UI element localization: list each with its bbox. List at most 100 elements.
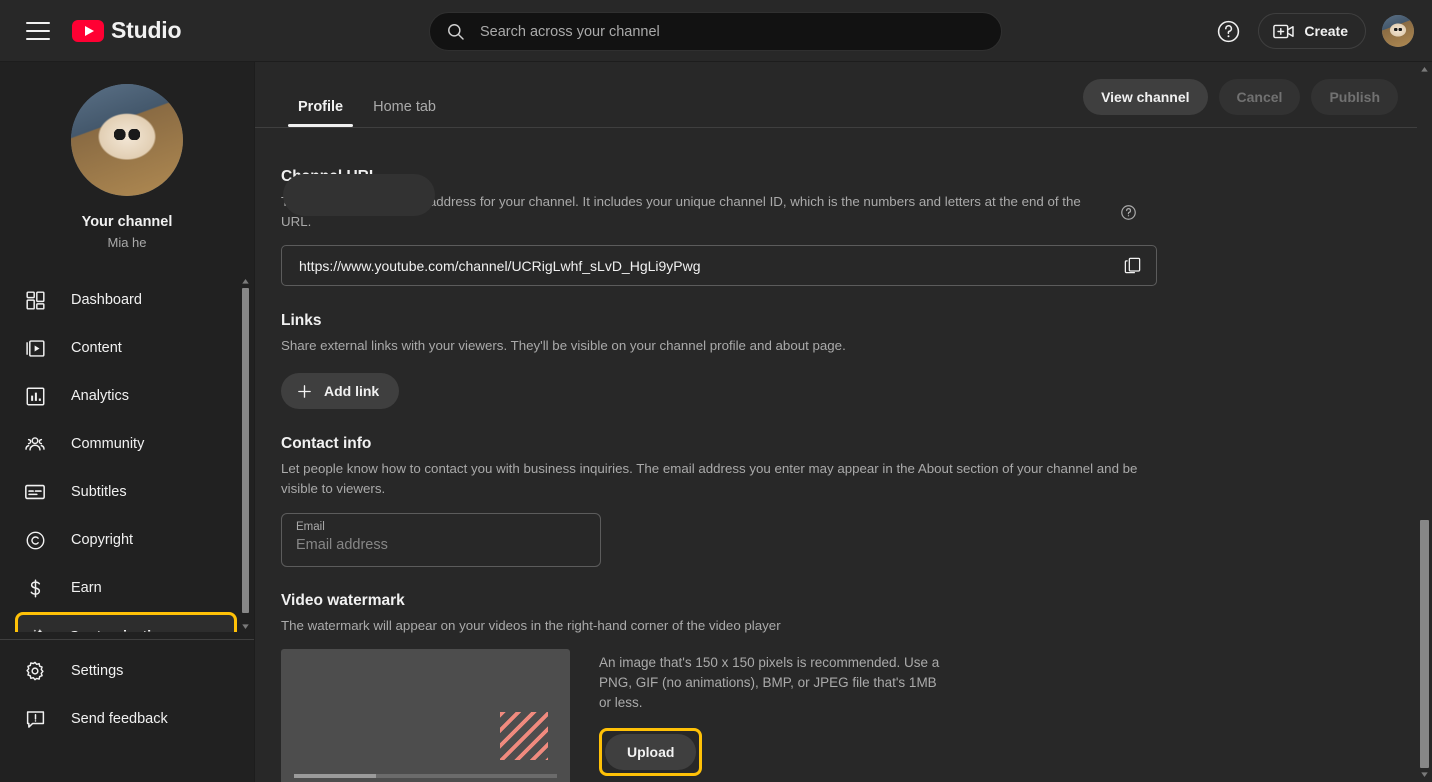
scroll-up-arrow-icon[interactable] [241,277,250,286]
email-field[interactable]: Email [281,513,601,567]
links-title: Links [281,312,322,329]
sidebar-item-community[interactable]: Community [0,420,254,468]
analytics-icon [23,384,47,408]
sidebar-item-content[interactable]: Content [0,324,254,372]
upload-highlight: Upload [599,728,703,776]
channel-title: Your channel [81,214,173,230]
hamburger-menu-icon[interactable] [26,21,50,40]
add-link-label: Add link [324,383,380,399]
video-watermark-title: Video watermark [281,592,405,609]
links-description: Share external links with your viewers. … [281,338,846,353]
video-watermark-description: The watermark will appear on your videos… [281,618,781,633]
plus-icon [296,383,313,400]
tab-bar: Profile Home tab View channel Cancel Pub… [255,62,1432,128]
sidebar-item-send-feedback[interactable]: Send feedback [0,695,254,743]
email-input[interactable] [296,537,586,553]
sidebar-item-label: Customization [69,629,169,632]
sidebar-item-label: Analytics [71,388,130,404]
tab-actions: View channel Cancel Publish [1083,79,1398,115]
sidebar-item-label: Community [71,436,145,452]
top-header: Studio Cre [0,0,1432,62]
watermark-placeholder-icon [500,712,548,760]
scrolled-card-peek [283,174,435,216]
customization-magic-wand-icon [23,625,47,632]
channel-avatar[interactable] [71,84,183,196]
publish-button[interactable]: Publish [1311,79,1398,115]
sidebar-bottom-nav: Settings Send feedback [0,647,254,743]
add-link-button[interactable]: Add link [281,373,400,409]
tab-profile[interactable]: Profile [288,99,354,127]
scroll-down-arrow-icon[interactable] [1420,770,1429,779]
create-button[interactable]: Create [1258,13,1366,49]
community-icon [23,432,47,456]
sidebar: Your channel Mia he Dashboard Content An… [0,62,255,782]
main-scrollbar-thumb[interactable] [1420,520,1429,768]
sidebar-item-label: Earn [71,580,102,596]
watermark-preview [281,649,570,782]
feedback-icon [23,707,47,731]
header-right-cluster: Create [1214,0,1414,62]
contact-info-title: Contact info [281,435,372,452]
scroll-down-arrow-icon[interactable] [241,622,250,631]
sidebar-item-copyright[interactable]: Copyright [0,516,254,564]
content-icon [23,336,47,360]
watermark-info: An image that's 150 x 150 pixels is reco… [599,649,951,782]
sidebar-item-label: Content [71,340,122,356]
create-video-icon [1273,23,1295,40]
gear-icon [23,659,47,683]
sidebar-item-earn[interactable]: Earn [0,564,254,612]
sidebar-item-label: Dashboard [71,292,142,308]
search-input[interactable] [480,23,985,40]
avatar[interactable] [1382,15,1414,47]
watermark-row: An image that's 150 x 150 pixels is reco… [281,649,1432,782]
copy-icon[interactable] [1123,256,1142,275]
create-button-label: Create [1304,23,1348,39]
subtitles-icon [23,480,47,504]
channel-name: Mia he [107,235,147,250]
settings-content: Channel URL This is the standard web add… [255,128,1432,782]
email-field-label: Email [296,521,325,533]
sidebar-item-customization[interactable]: Customization [15,612,237,632]
main-content: Profile Home tab View channel Cancel Pub… [255,62,1432,782]
tab-home-tab[interactable]: Home tab [363,99,446,127]
search-bar[interactable] [429,12,1002,51]
sidebar-item-dashboard[interactable]: Dashboard [0,276,254,324]
sidebar-item-label: Copyright [71,532,134,548]
sidebar-item-label: Settings [71,663,124,679]
search-icon [446,22,465,41]
scroll-up-arrow-icon[interactable] [1420,65,1429,74]
sidebar-item-subtitles[interactable]: Subtitles [0,468,254,516]
cancel-button[interactable]: Cancel [1218,79,1301,115]
links-section: Links Share external links with your vie… [255,286,1432,409]
earn-dollar-icon [23,576,47,600]
help-circle-icon[interactable] [1214,17,1242,45]
sidebar-divider [0,639,254,640]
sidebar-scrollbar-thumb[interactable] [242,288,249,613]
main-scrollbar[interactable] [1417,62,1432,782]
studio-brand[interactable]: Studio [72,17,182,44]
sidebar-item-label: Send feedback [71,711,168,727]
copyright-icon [23,528,47,552]
contact-info-section: Contact info Let people know how to cont… [255,409,1432,567]
contact-info-description: Let people know how to contact you with … [281,461,1138,496]
video-watermark-section: Video watermark The watermark will appea… [255,567,1432,782]
help-circle-icon[interactable] [1120,204,1137,221]
channel-url-title: Channel URL [281,168,1432,186]
player-progress-bar [294,774,557,778]
sidebar-item-label: Subtitles [71,484,127,500]
channel-url-value: https://www.youtube.com/channel/UCRigLwh… [299,257,701,274]
upload-button[interactable]: Upload [605,734,697,770]
watermark-info-text: An image that's 150 x 150 pixels is reco… [599,655,940,710]
dashboard-icon [23,288,47,312]
channel-url-field[interactable]: https://www.youtube.com/channel/UCRigLwh… [281,245,1157,286]
channel-url-section: Channel URL This is the standard web add… [255,128,1432,286]
sidebar-nav: Dashboard Content Analytics Community Su… [0,276,254,632]
channel-block: Your channel Mia he [0,62,254,250]
tabs: Profile Home tab [288,99,446,127]
youtube-logo-icon [72,19,104,42]
sidebar-item-settings[interactable]: Settings [0,647,254,695]
view-channel-button[interactable]: View channel [1083,79,1208,115]
sidebar-scrollbar[interactable] [240,276,251,632]
sidebar-item-analytics[interactable]: Analytics [0,372,254,420]
brand-label: Studio [111,17,182,43]
